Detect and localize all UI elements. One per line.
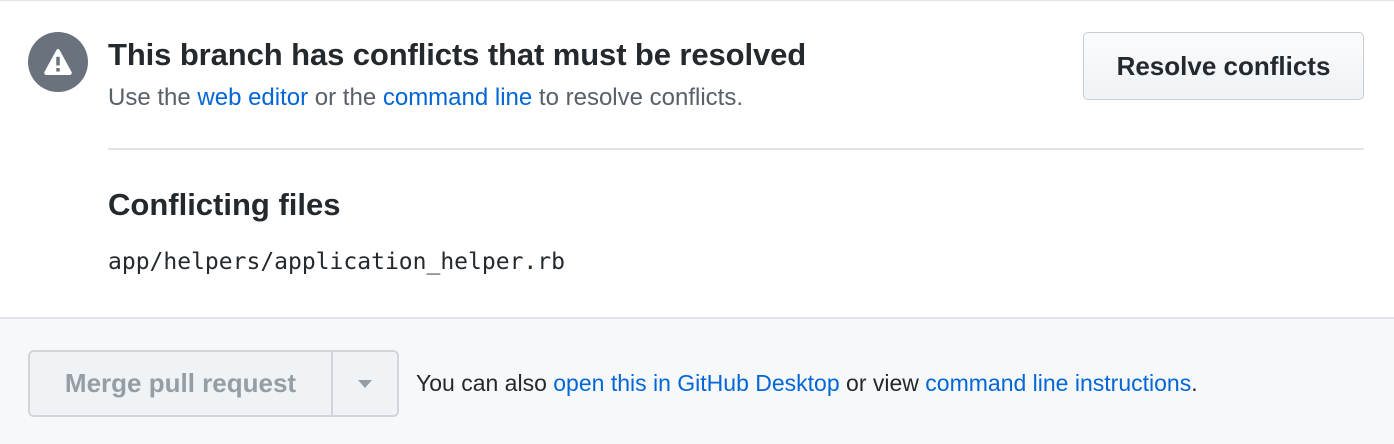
merge-pull-request-button[interactable]: Merge pull request [30,352,333,415]
subtitle-prefix: Use the [108,84,198,111]
triangle-down-icon [358,379,372,388]
command-line-instructions-link[interactable]: command line instructions [925,370,1191,396]
conflict-subtitle: Use the web editor or the command line t… [108,84,743,112]
merge-note-prefix: You can also [416,370,554,396]
merge-note-suffix: . [1191,370,1198,396]
subtitle-suffix: to resolve conflicts. [532,84,743,111]
conflicting-files-heading: Conflicting files [108,187,341,222]
command-line-link[interactable]: command line [383,84,532,111]
merge-method-dropdown-button[interactable] [333,352,397,415]
open-github-desktop-link[interactable]: open this in GitHub Desktop [553,370,839,396]
conflict-title: This branch has conflicts that must be r… [108,37,807,72]
merge-note-middle: or view [839,370,926,396]
merge-status-panel: This branch has conflicts that must be r… [0,0,1394,444]
alert-icon [44,49,72,75]
merge-section: Merge pull request You can also open thi… [0,317,1394,444]
alert-badge [28,32,88,92]
subtitle-middle: or the [308,84,383,111]
resolve-conflicts-button[interactable]: Resolve conflicts [1083,32,1364,100]
web-editor-link[interactable]: web editor [197,84,308,111]
conflicting-file-item: app/helpers/application_helper.rb [108,249,565,275]
section-divider [108,148,1364,150]
merge-button-group: Merge pull request [28,350,399,417]
conflict-section: This branch has conflicts that must be r… [0,1,1394,318]
merge-note: You can also open this in GitHub Desktop… [416,370,1198,397]
